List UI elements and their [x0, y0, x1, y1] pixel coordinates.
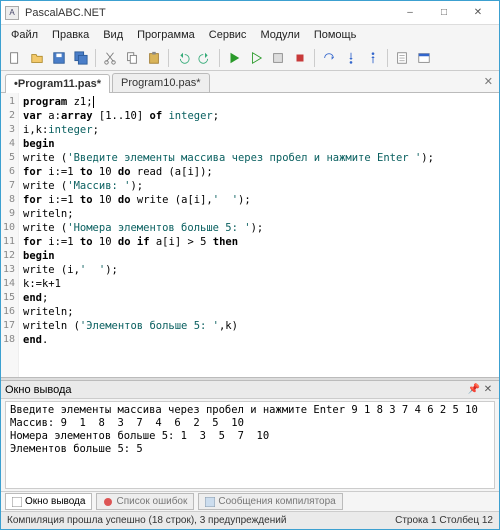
status-bar: Компиляция прошла успешно (18 строк), 3 … — [1, 511, 499, 529]
save-button[interactable] — [49, 48, 69, 68]
menu-program[interactable]: Программа — [131, 27, 201, 43]
bottom-tab-bar: Окно вывода Список ошибок Сообщения комп… — [1, 491, 499, 511]
separator — [314, 49, 315, 67]
menubar: Файл Правка Вид Программа Сервис Модули … — [1, 25, 499, 45]
output-close-icon[interactable]: ✕ — [481, 384, 495, 395]
output-title: Окно вывода — [5, 384, 467, 396]
menu-view[interactable]: Вид — [97, 27, 129, 43]
page-button[interactable] — [392, 48, 412, 68]
bottom-tab-errors[interactable]: Список ошибок — [96, 493, 194, 510]
bottom-tab-output-label: Окно вывода — [25, 496, 85, 507]
separator — [219, 49, 220, 67]
separator — [95, 49, 96, 67]
titlebar: A PascalABC.NET – □ ✕ — [1, 1, 499, 25]
menu-edit[interactable]: Правка — [46, 27, 95, 43]
tab-bar: •Program11.pas* Program10.pas* ✕ — [1, 71, 499, 93]
menu-file[interactable]: Файл — [5, 27, 44, 43]
separator — [168, 49, 169, 67]
redo-button[interactable] — [195, 48, 215, 68]
line-gutter: 123456789101112131415161718 — [1, 93, 19, 377]
window-buttons: – □ ✕ — [393, 2, 495, 24]
output-text[interactable]: Введите элементы массива через пробел и … — [5, 401, 495, 489]
output-panel: Окно вывода 📌 ✕ Введите элементы массива… — [1, 381, 499, 511]
toolbar — [1, 45, 499, 71]
separator — [387, 49, 388, 67]
save-all-button[interactable] — [71, 48, 91, 68]
step-out-button[interactable] — [363, 48, 383, 68]
run-no-debug-button[interactable] — [246, 48, 266, 68]
open-button[interactable] — [27, 48, 47, 68]
close-button[interactable]: ✕ — [461, 2, 495, 24]
output-pin-icon[interactable]: 📌 — [467, 384, 481, 395]
cut-button[interactable] — [100, 48, 120, 68]
app-icon: A — [5, 6, 19, 20]
copy-button[interactable] — [122, 48, 142, 68]
bottom-tab-compiler-label: Сообщения компилятора — [218, 496, 335, 507]
bottom-tab-output[interactable]: Окно вывода — [5, 493, 92, 510]
tab-program11[interactable]: •Program11.pas* — [5, 74, 110, 93]
step-over-button[interactable] — [319, 48, 339, 68]
status-cursor-pos: Строка 1 Столбец 12 — [395, 515, 493, 526]
new-file-button[interactable] — [5, 48, 25, 68]
bottom-tab-compiler[interactable]: Сообщения компилятора — [198, 493, 342, 510]
window-title: PascalABC.NET — [25, 7, 393, 19]
maximize-button[interactable]: □ — [427, 2, 461, 24]
output-header: Окно вывода 📌 ✕ — [1, 381, 499, 399]
undo-button[interactable] — [173, 48, 193, 68]
stop-button[interactable] — [290, 48, 310, 68]
tab-program10[interactable]: Program10.pas* — [112, 73, 210, 92]
code-editor[interactable]: 123456789101112131415161718 program z1;v… — [1, 93, 499, 377]
errors-tab-icon — [103, 497, 113, 507]
code-area[interactable]: program z1;var a:array [1..10] of intege… — [19, 93, 499, 377]
menu-modules[interactable]: Модули — [254, 27, 305, 43]
minimize-button[interactable]: – — [393, 2, 427, 24]
menu-help[interactable]: Помощь — [308, 27, 363, 43]
run-button[interactable] — [224, 48, 244, 68]
menu-service[interactable]: Сервис — [203, 27, 253, 43]
form-button[interactable] — [414, 48, 434, 68]
tab-close-icon[interactable]: ✕ — [484, 75, 493, 88]
compiler-tab-icon — [205, 497, 215, 507]
compile-button[interactable] — [268, 48, 288, 68]
paste-button[interactable] — [144, 48, 164, 68]
output-tab-icon — [12, 497, 22, 507]
step-into-button[interactable] — [341, 48, 361, 68]
status-compile-msg: Компиляция прошла успешно (18 строк), 3 … — [7, 515, 395, 526]
bottom-tab-errors-label: Список ошибок — [116, 496, 187, 507]
